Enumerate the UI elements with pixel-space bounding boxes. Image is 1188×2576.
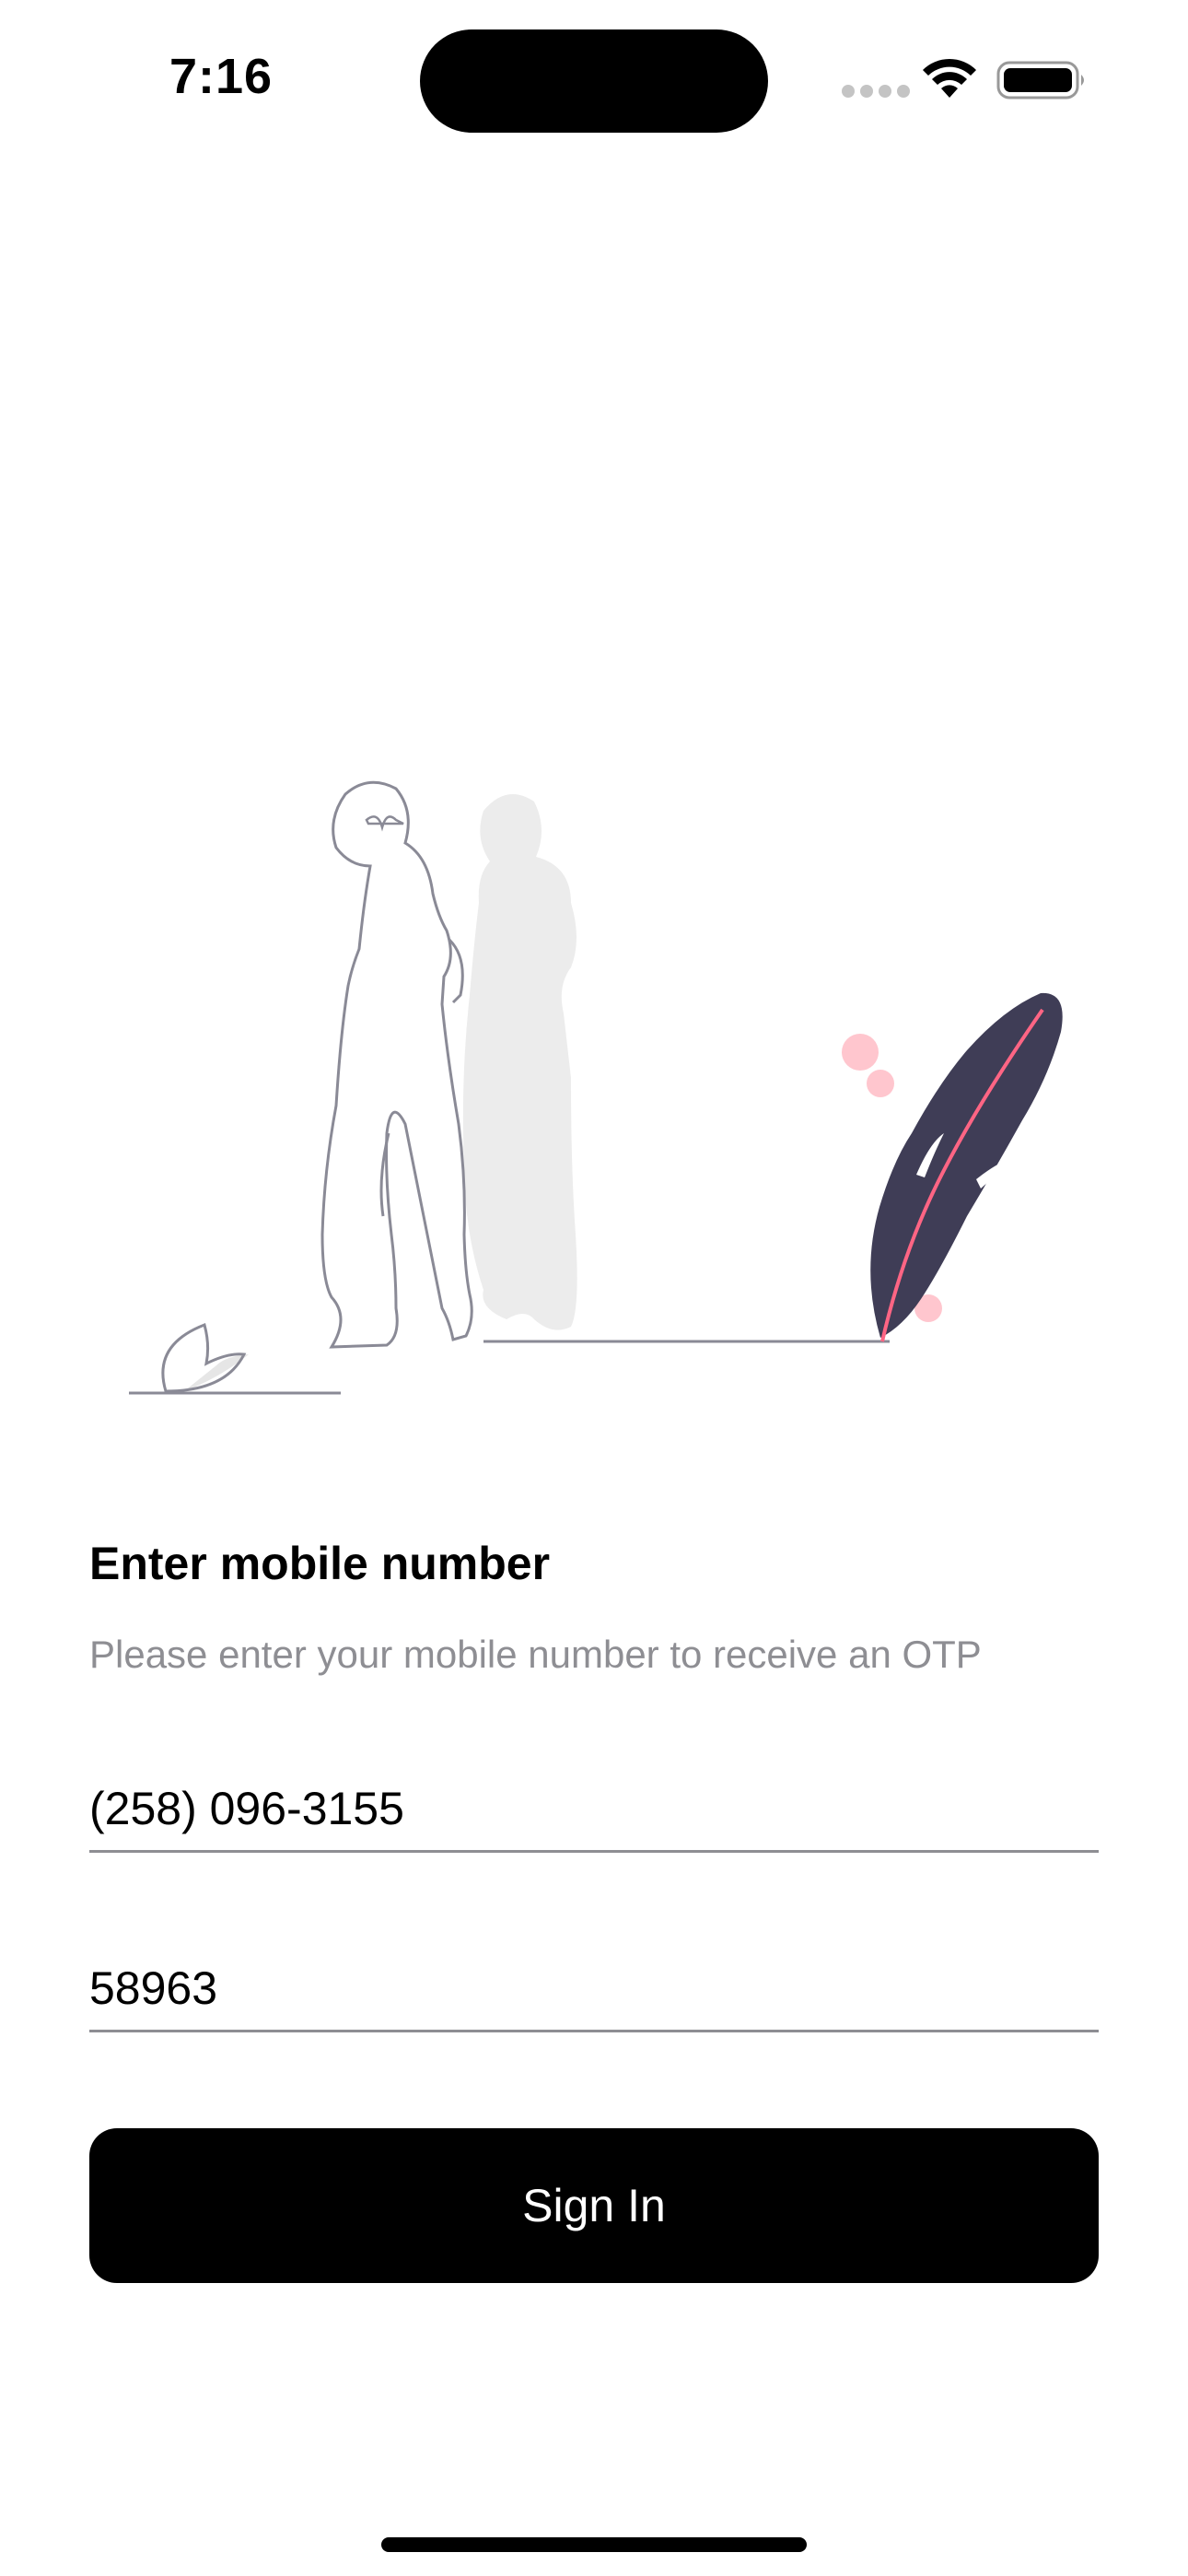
pink-dot bbox=[867, 1070, 894, 1097]
phone-field bbox=[89, 1767, 1099, 1853]
login-illustration bbox=[129, 780, 1063, 1395]
instruction-text: Please enter your mobile number to recei… bbox=[89, 1633, 982, 1676]
dynamic-island bbox=[420, 29, 768, 133]
otp-input[interactable] bbox=[89, 1947, 1099, 2030]
pink-dot bbox=[842, 1034, 879, 1071]
feather-icon bbox=[870, 992, 1063, 1338]
hair-detail bbox=[365, 815, 404, 832]
page-title: Enter mobile number bbox=[89, 1538, 551, 1589]
wifi-icon bbox=[923, 58, 976, 98]
cellular-signal-icon bbox=[842, 85, 910, 98]
person-outline bbox=[320, 780, 473, 1349]
person-shadow bbox=[462, 794, 577, 1330]
battery-icon bbox=[996, 61, 1084, 100]
status-bar: 7:16 bbox=[0, 0, 1188, 157]
phone-input[interactable] bbox=[89, 1767, 1099, 1850]
sign-in-button[interactable]: Sign In bbox=[89, 2128, 1099, 2283]
status-time: 7:16 bbox=[169, 49, 274, 104]
otp-field bbox=[89, 1947, 1099, 2032]
home-indicator[interactable] bbox=[381, 2537, 807, 2552]
